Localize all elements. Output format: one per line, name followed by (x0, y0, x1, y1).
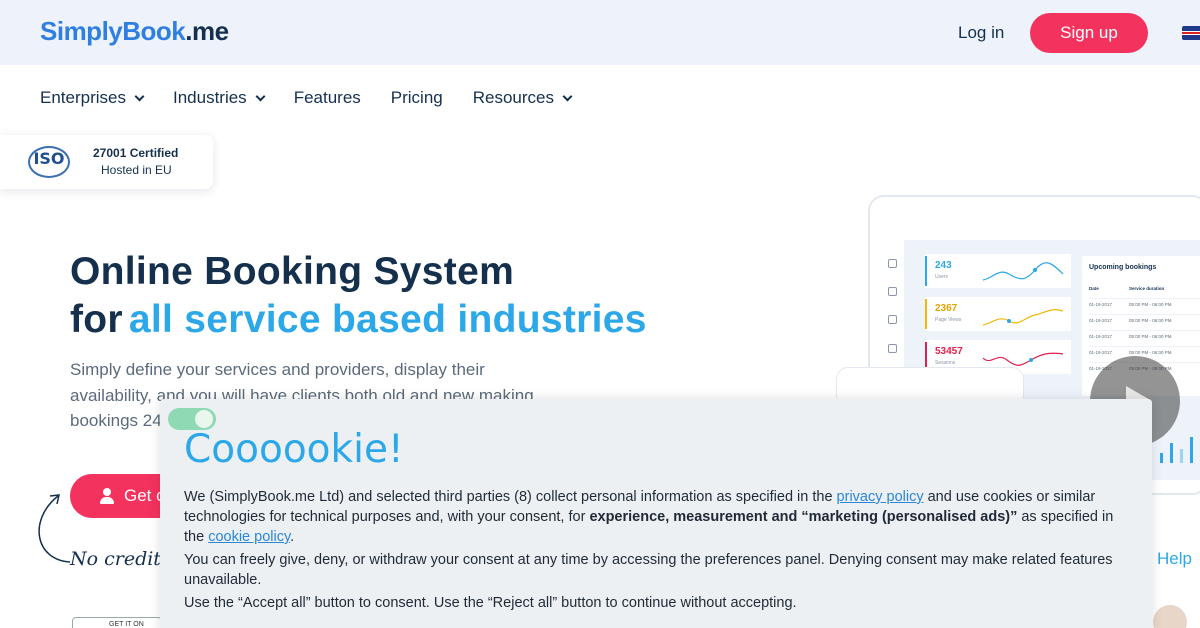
nav-label: Resources (472, 88, 555, 107)
cookie-title: Coooookie! (184, 427, 404, 472)
nav-label: Pricing (390, 88, 443, 107)
chevron-down-icon (134, 91, 145, 101)
table-row: 01-19-2017 05:00 PM - 06:00 PM (1089, 346, 1200, 355)
nav-item-resources[interactable]: Resources (472, 86, 573, 110)
row-time: 05:00 PM - 06:00 PM (1129, 334, 1172, 339)
support-avatar[interactable] (1150, 602, 1190, 628)
stat-value: 53457 (935, 346, 963, 357)
column-header-duration: Service duration (1129, 286, 1165, 291)
hero-title-line2: for all service based industries (70, 298, 647, 342)
sparkline-users (982, 262, 1064, 281)
nav-item-enterprises[interactable]: Enterprises (40, 86, 145, 110)
column-header-date: Date (1089, 286, 1099, 291)
simplybook-logo[interactable]: SimplyBook .me (40, 16, 229, 47)
stat-accent-bar (925, 299, 927, 329)
table-header: Date Service duration (1089, 283, 1200, 291)
stat-label: Users (935, 274, 949, 280)
stat-label: Sessions (935, 360, 956, 366)
row-date: 01-19-2017 (1089, 302, 1113, 307)
iso-logo: ISO (33, 149, 65, 168)
hero-title-line1: Online Booking System (70, 250, 515, 293)
copy-icon (888, 287, 897, 296)
cookie-purposes-text: experience, measurement and “marketing (… (589, 509, 1018, 525)
app-store-badge[interactable]: GET IT ON (72, 617, 162, 628)
calendar-icon (888, 315, 897, 324)
cta-label: Get c (124, 486, 165, 505)
iso-hosted-text: Hosted in EU (101, 163, 172, 177)
nav-item-industries[interactable]: Industries (172, 86, 266, 110)
iso-badge: ISO 27001 Certified Hosted in EU (0, 135, 213, 189)
chevron-down-icon (255, 91, 266, 101)
table-row: 01-19-2017 05:00 PM - 06:00 PM (1089, 298, 1200, 307)
stat-value: 2367 (935, 303, 958, 314)
row-date: 01-19-2017 (1089, 350, 1113, 355)
nav-item-pricing[interactable]: Pricing (391, 86, 443, 110)
login-link[interactable]: Log in (958, 23, 1004, 43)
stat-value: 243 (935, 260, 952, 271)
bar-chart-icon (1160, 437, 1193, 463)
nav-item-features[interactable]: Features (294, 86, 361, 110)
cookie-policy-link[interactable]: cookie policy (208, 529, 290, 545)
sparkline-page-views (982, 309, 1064, 326)
table-title: Upcoming bookings (1089, 264, 1157, 271)
cookie-text: We (SimplyBook.me Ltd) and selected thir… (184, 489, 837, 505)
row-time: 05:00 PM - 06:00 PM (1129, 318, 1172, 323)
stat-accent-bar (925, 256, 927, 286)
cookie-paragraph-2: You can freely give, deny, or withdraw y… (184, 552, 1113, 588)
cookie-paragraph-3: Use the “Accept all” button to consent. … (184, 595, 797, 611)
main-nav: Enterprises Industries Features Pricing … (40, 86, 601, 110)
chevron-down-icon (562, 91, 573, 101)
table-row: 01-19-2017 05:00 PM - 06:00 PM (1089, 330, 1200, 339)
nav-label: Features (293, 88, 361, 107)
privacy-policy-link[interactable]: privacy policy (837, 489, 924, 505)
row-date: 01-19-2017 (1089, 318, 1113, 323)
logo-main-text: SimplyBook (40, 16, 186, 46)
logo-suffix-text: .me (185, 16, 229, 46)
hero-title-accent: all service based industries (128, 298, 647, 341)
nav-label: Industries (172, 88, 247, 107)
nav-label: Enterprises (40, 88, 126, 107)
signup-button[interactable]: Sign up (1030, 13, 1148, 53)
cookie-text: . (290, 529, 295, 545)
row-time: 05:00 PM - 06:00 PM (1129, 302, 1172, 307)
stat-label: Page Views (935, 317, 962, 323)
documents-icon (888, 344, 897, 353)
uk-flag-icon[interactable] (1182, 26, 1200, 40)
iso-certified-text: 27001 Certified (93, 146, 179, 160)
table-row: 01-19-2017 05:00 PM - 06:00 PM (1089, 314, 1200, 323)
stat-card-users: 243 Users (925, 254, 1071, 288)
user-icon (100, 488, 114, 504)
hero-title-prefix: for (70, 298, 123, 341)
help-button[interactable]: Help (1157, 549, 1192, 569)
cookie-paragraph-1: We (SimplyBook.me Ltd) and selected thir… (184, 487, 1129, 547)
bank-icon (888, 259, 897, 268)
row-date: 01-19-2017 (1089, 334, 1113, 339)
stat-card-page-views: 2367 Page Views (925, 297, 1071, 331)
row-time: 05:00 PM - 06:00 PM (1129, 350, 1172, 355)
top-bar: SimplyBook .me Log in Sign up (0, 0, 1200, 65)
